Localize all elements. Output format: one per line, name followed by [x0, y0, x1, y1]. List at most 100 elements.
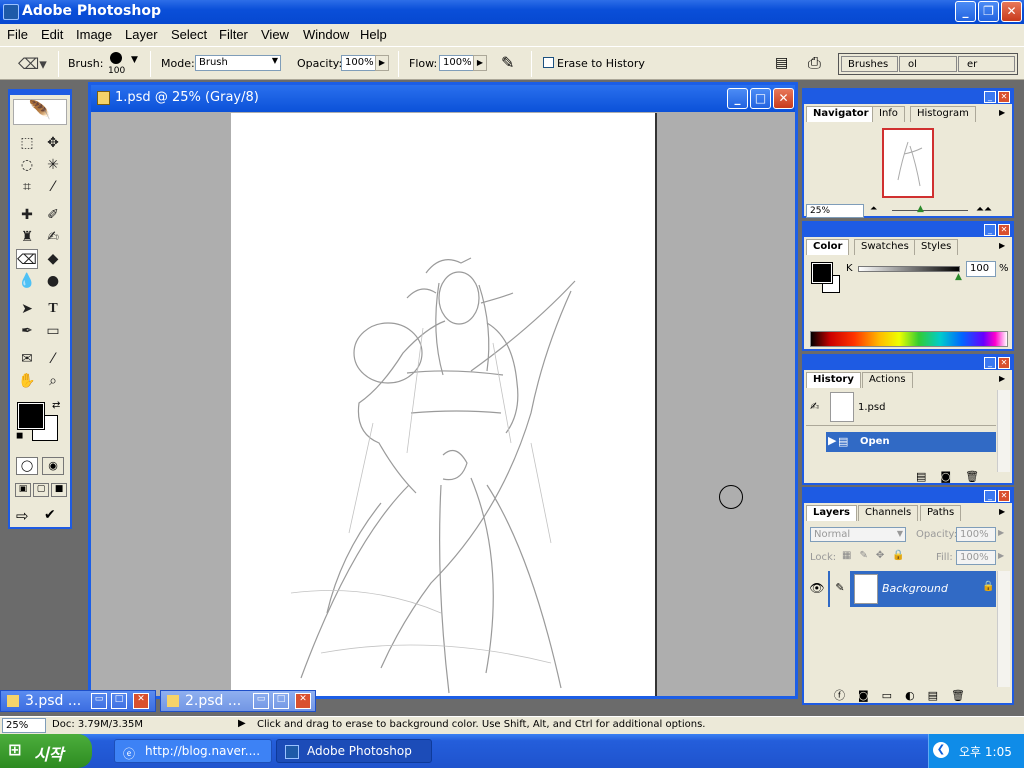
eraser-preset-icon[interactable]: ⌫▾ [18, 55, 47, 73]
panel-close-icon[interactable]: ✕ [998, 91, 1010, 103]
tab-color[interactable]: Color [806, 239, 850, 255]
healing-brush-tool-icon[interactable]: ✚ [16, 205, 38, 225]
menu-edit[interactable]: Edit [41, 27, 63, 42]
brush-preview-icon[interactable] [110, 52, 122, 64]
navigator-thumbnail[interactable] [882, 128, 934, 198]
zoom-in-icon[interactable]: ⏶⏶ [976, 204, 992, 215]
menu-help[interactable]: Help [360, 27, 387, 42]
marquee-tool-icon[interactable]: ⬚ [16, 133, 38, 153]
panel-minimize-icon[interactable]: _ [984, 357, 996, 369]
color-ramp[interactable] [810, 331, 1008, 347]
menu-select[interactable]: Select [171, 27, 207, 42]
opacity-slider-button[interactable]: ▶ [375, 55, 389, 71]
restore-icon[interactable]: ▭ [253, 693, 269, 709]
history-scrollbar[interactable] [997, 390, 1010, 472]
restore-icon[interactable]: ▭ [91, 693, 107, 709]
file-browser-icon[interactable]: ▤ [775, 55, 788, 71]
tab-info[interactable]: Info [872, 106, 905, 122]
minimized-doc-3[interactable]: 3.psd ... ▭ □ ✕ [0, 690, 156, 712]
history-footer-buttons[interactable]: ▤◙🗑 [916, 470, 993, 483]
move-tool-icon[interactable]: ✥ [42, 133, 64, 153]
panel-close-icon[interactable]: ✕ [998, 490, 1010, 502]
screen-mode-standard-icon[interactable]: ▣ [15, 483, 31, 497]
panel-menu-icon[interactable]: ▶ [999, 374, 1005, 383]
k-value-field[interactable]: 100 [966, 261, 996, 277]
layers-footer-buttons[interactable]: ⓕ◙▭◐▤🗑 [834, 687, 978, 703]
erase-history-checkbox[interactable] [543, 57, 554, 68]
layer-opacity-field[interactable]: 100% [956, 527, 996, 542]
history-snapshot-row[interactable]: ✍ 1.psd [806, 390, 996, 426]
dodge-tool-icon[interactable]: ● [42, 271, 64, 291]
panel-close-icon[interactable]: ✕ [998, 224, 1010, 236]
menu-layer[interactable]: Layer [125, 27, 158, 42]
blend-mode-select[interactable]: Normal ▼ [810, 527, 906, 542]
tab-swatches[interactable]: Swatches [854, 239, 916, 255]
tab-histogram[interactable]: Histogram [910, 106, 976, 122]
flow-field[interactable]: 100% [439, 55, 475, 71]
eraser-tool-icon[interactable]: ⌫ [16, 249, 38, 269]
close-icon[interactable]: ✕ [295, 693, 311, 709]
swap-colors-icon[interactable]: ⇄ [52, 400, 60, 411]
panel-minimize-icon[interactable]: _ [984, 224, 996, 236]
close-button[interactable]: ✕ [1001, 1, 1022, 22]
color-fg-swatch[interactable] [811, 262, 833, 284]
feather-logo-icon[interactable]: 🪶 [13, 99, 67, 125]
lasso-tool-icon[interactable]: ◌ [16, 155, 38, 175]
clock[interactable]: 오후 1:05 [959, 743, 1012, 760]
palette-tab-tool-presets[interactable]: ol Presets [899, 56, 957, 72]
blur-tool-icon[interactable]: 💧 [16, 271, 38, 291]
minimized-doc-2[interactable]: 2.psd ... ▭ □ ✕ [160, 690, 316, 712]
history-brush-tool-icon[interactable]: ✍ [42, 227, 64, 247]
zoom-out-icon[interactable]: ⏶ [870, 204, 877, 214]
menu-filter[interactable]: Filter [219, 27, 248, 42]
status-menu-arrow-icon[interactable]: ▶ [238, 718, 246, 729]
brush-tool-icon[interactable]: ✐ [42, 205, 64, 225]
tab-channels[interactable]: Channels [858, 505, 919, 521]
panel-menu-icon[interactable]: ▶ [999, 507, 1005, 516]
default-colors-icon[interactable]: ◼ [16, 431, 23, 441]
eye-visibility-icon[interactable]: 👁 [806, 571, 828, 607]
imageready-icon[interactable]: ✔ [44, 507, 56, 523]
tray-expand-icon[interactable]: ❮ [933, 742, 949, 758]
panel-close-icon[interactable]: ✕ [998, 357, 1010, 369]
panel-menu-icon[interactable]: ▶ [999, 108, 1005, 117]
fill-arrow-icon[interactable]: ▶ [998, 551, 1004, 560]
taskbar-item-browser[interactable]: ⓔ http://blog.naver.... [114, 739, 272, 763]
maximize-icon[interactable]: □ [111, 693, 127, 709]
screen-mode-full-icon[interactable]: ■ [51, 483, 67, 497]
print-icon[interactable]: ⎙ [808, 53, 821, 73]
doc-maximize-button[interactable]: □ [750, 88, 771, 109]
panel-minimize-icon[interactable]: _ [984, 490, 996, 502]
brush-dropdown-icon[interactable]: ▼ [131, 55, 138, 65]
tab-navigator[interactable]: Navigator [806, 106, 876, 122]
notes-tool-icon[interactable]: ✉ [16, 349, 38, 369]
hand-tool-icon[interactable]: ✋ [16, 371, 38, 391]
menu-window[interactable]: Window [303, 27, 349, 42]
flow-slider-button[interactable]: ▶ [473, 55, 487, 71]
tab-layers[interactable]: Layers [806, 505, 857, 521]
tab-actions[interactable]: Actions [862, 372, 913, 388]
standard-mode-icon[interactable]: ◯ [16, 457, 38, 475]
eyedropper-tool-icon[interactable]: ⁄ [42, 349, 64, 369]
slice-tool-icon[interactable]: ⁄ [42, 177, 64, 197]
doc-minimize-button[interactable]: _ [727, 88, 748, 109]
menu-file[interactable]: File [7, 27, 28, 42]
start-button[interactable]: ⊞ 시작 [0, 734, 92, 768]
menu-image[interactable]: Image [76, 27, 112, 42]
minimize-button[interactable]: _ [955, 1, 976, 22]
paint-bucket-tool-icon[interactable]: ◆ [42, 249, 64, 269]
k-slider-handle[interactable]: ▲ [955, 272, 962, 282]
taskbar-item-photoshop[interactable]: Adobe Photoshop [276, 739, 432, 763]
path-selection-tool-icon[interactable]: ➤ [16, 299, 38, 319]
history-brush-source-icon[interactable]: ✍ [810, 400, 819, 413]
tab-paths[interactable]: Paths [920, 505, 962, 521]
pen-tool-icon[interactable]: ✒ [16, 321, 38, 341]
rectangle-tool-icon[interactable]: ▭ [42, 321, 64, 341]
tab-styles[interactable]: Styles [914, 239, 959, 255]
type-tool-icon[interactable]: T [42, 299, 64, 319]
lock-buttons[interactable]: ▦✎✥🔒 [842, 550, 913, 561]
crop-tool-icon[interactable]: ⌗ [16, 177, 38, 197]
panel-menu-icon[interactable]: ▶ [999, 241, 1005, 250]
navigator-zoom-field[interactable]: 25% [806, 204, 864, 218]
doc-close-button[interactable]: ✕ [773, 88, 794, 109]
